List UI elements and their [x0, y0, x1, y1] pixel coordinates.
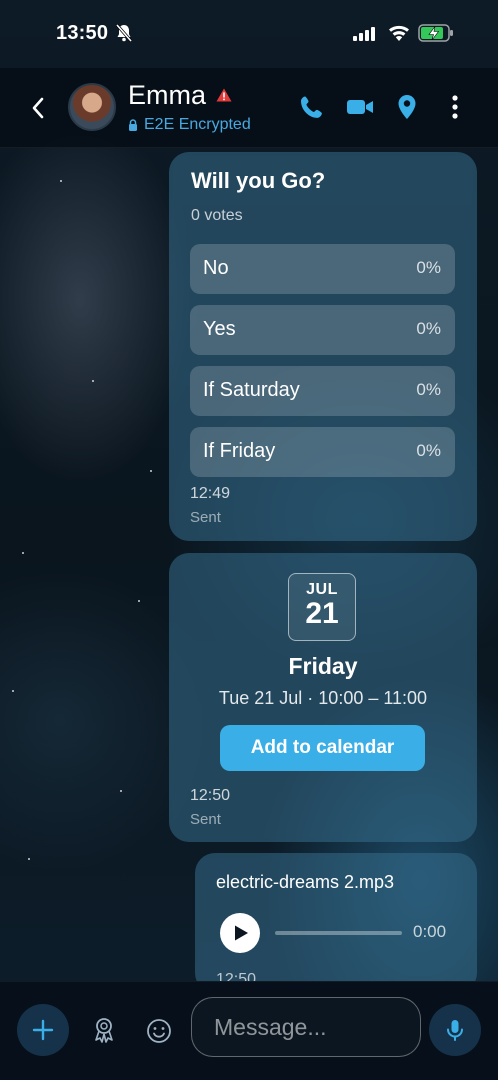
play-icon: [235, 925, 248, 941]
microphone-icon: [447, 1020, 463, 1041]
audio-message[interactable]: electric-dreams 2.mp3 0:00 12:50: [195, 853, 477, 993]
poll-question: Will you Go?: [191, 168, 326, 193]
event-message[interactable]: JUL 21 Friday Tue 21 Jul · 10:00 – 11:00…: [169, 553, 477, 842]
audio-file-name: electric-dreams 2.mp3: [216, 872, 395, 892]
more-options-icon[interactable]: [451, 94, 459, 120]
poll-message[interactable]: Will you Go? 0 votes No 0% Yes 0% If Sat…: [169, 152, 477, 541]
play-button[interactable]: [220, 913, 260, 953]
location-pin-icon[interactable]: [397, 94, 417, 120]
poll-option-yes[interactable]: Yes 0%: [190, 305, 455, 355]
poll-option-percent: 0%: [416, 380, 441, 399]
poll-vote-count: 0 votes: [191, 207, 243, 224]
audio-duration: 0:00: [413, 922, 447, 941]
bell-off-icon: [116, 24, 132, 42]
message-status: Sent: [190, 509, 221, 526]
lock-icon: [129, 119, 137, 131]
badge-ribbon-icon[interactable]: [92, 1017, 116, 1043]
encryption-label: E2E Encrypted: [144, 116, 251, 133]
plus-icon: [32, 1019, 54, 1041]
event-title: Friday: [288, 653, 358, 679]
warning-icon[interactable]: [216, 88, 232, 102]
message-input[interactable]: [191, 997, 421, 1057]
battery-charging-icon: [418, 24, 453, 42]
chat-header: Emma E2E Encrypted: [0, 68, 498, 148]
poll-option-label: If Saturday: [203, 379, 300, 401]
poll-option-if-saturday[interactable]: If Saturday 0%: [190, 366, 455, 416]
event-day: 21: [305, 597, 339, 630]
poll-option-label: Yes: [203, 318, 236, 340]
contact-name[interactable]: Emma: [128, 80, 206, 111]
add-attachment-button[interactable]: [17, 1004, 69, 1056]
message-timestamp: 12:50: [190, 787, 231, 804]
add-to-calendar-button[interactable]: Add to calendar: [220, 725, 425, 771]
video-call-icon[interactable]: [346, 94, 374, 120]
cellular-signal-icon: [353, 27, 375, 41]
poll-option-no[interactable]: No 0%: [190, 244, 455, 294]
calendar-date-icon: JUL 21: [288, 573, 356, 641]
poll-option-percent: 0%: [416, 441, 441, 460]
voice-record-button[interactable]: [429, 1004, 481, 1056]
message-status: Sent: [190, 811, 221, 828]
message-composer: [0, 981, 498, 1080]
status-time: 13:50: [56, 22, 109, 44]
encryption-status: E2E Encrypted: [128, 116, 251, 134]
emoji-icon[interactable]: [146, 1018, 172, 1044]
event-datetime: Tue 21 Jul · 10:00 – 11:00: [218, 688, 428, 708]
message-timestamp: 12:49: [190, 485, 231, 502]
poll-option-label: No: [203, 257, 229, 279]
poll-option-label: If Friday: [203, 440, 276, 462]
poll-option-percent: 0%: [416, 319, 441, 338]
back-chevron-icon[interactable]: [30, 96, 46, 120]
status-bar: 13:50: [0, 0, 498, 68]
wifi-icon: [389, 25, 409, 41]
poll-option-if-friday[interactable]: If Friday 0%: [190, 427, 455, 477]
audio-progress-bar[interactable]: [275, 931, 402, 935]
phone-call-icon[interactable]: [299, 94, 325, 120]
contact-avatar[interactable]: [68, 83, 116, 131]
poll-option-percent: 0%: [416, 258, 441, 277]
